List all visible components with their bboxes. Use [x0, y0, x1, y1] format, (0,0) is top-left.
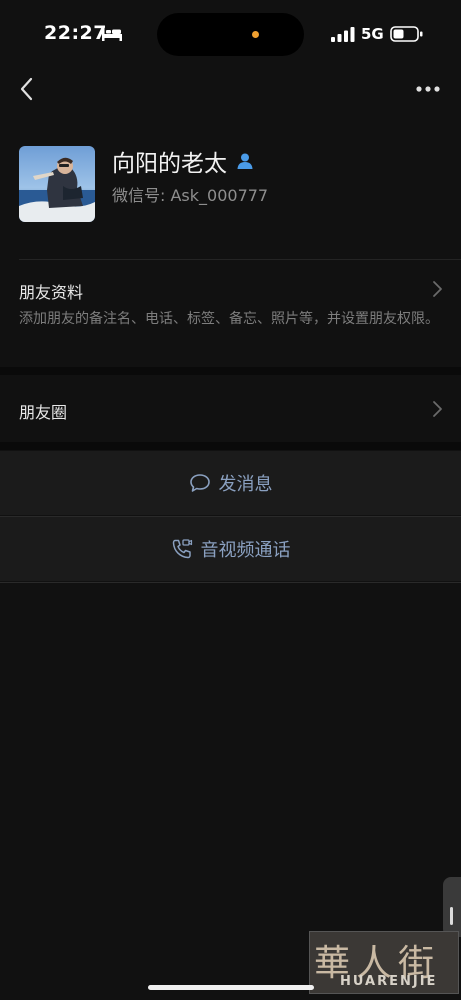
- section-gap: [0, 442, 461, 450]
- home-indicator[interactable]: [148, 985, 314, 990]
- chevron-right-icon: [433, 401, 442, 417]
- moments-title: 朋友圈: [19, 403, 68, 422]
- battery-icon: [390, 26, 423, 42]
- divider: [0, 582, 461, 583]
- person-icon: [237, 153, 253, 169]
- video-call-label: 音视频通话: [200, 540, 291, 561]
- friend-info-row[interactable]: 朋友资料 添加朋友的备注名、电话、标签、备忘、照片等，并设置朋友权限。: [0, 260, 461, 366]
- status-time: 22:27: [44, 22, 107, 44]
- video-call-button[interactable]: 音视频通话: [0, 517, 461, 581]
- wechat-id-label: 微信号:: [112, 186, 171, 205]
- section-gap: [0, 367, 461, 375]
- more-horizontal-icon[interactable]: [412, 80, 444, 98]
- chevron-right-icon: [433, 281, 442, 297]
- side-handle[interactable]: [443, 877, 461, 937]
- watermark-subtitle: HUARENJIE: [340, 974, 438, 989]
- phone-video-icon: [172, 539, 192, 559]
- chevron-left-icon[interactable]: [14, 74, 44, 104]
- chat-bubble-icon: [189, 474, 210, 492]
- send-message-label: 发消息: [218, 474, 273, 495]
- wechat-id-value: Ask_000777: [170, 186, 269, 205]
- friend-info-description: 添加朋友的备注名、电话、标签、备忘、照片等，并设置朋友权限。: [19, 311, 439, 327]
- moments-row[interactable]: 朋友圈: [0, 375, 461, 441]
- privacy-indicator-dot: [252, 31, 259, 38]
- network-type: 5G: [361, 25, 384, 43]
- avatar[interactable]: [19, 146, 95, 222]
- status-bar: 22:27 5G: [0, 0, 461, 66]
- profile-name: 向阳的老太: [112, 151, 227, 177]
- watermark-logo: 華人街 HUARENJIE: [309, 931, 459, 994]
- profile-name-row: 向阳的老太: [112, 144, 254, 178]
- friend-info-title: 朋友资料: [19, 283, 84, 302]
- dynamic-island: [157, 13, 304, 56]
- wechat-id: 微信号: Ask_000777: [112, 182, 268, 206]
- send-message-button[interactable]: 发消息: [0, 451, 461, 515]
- signal-icon: [331, 27, 355, 42]
- bed-icon: [102, 27, 122, 41]
